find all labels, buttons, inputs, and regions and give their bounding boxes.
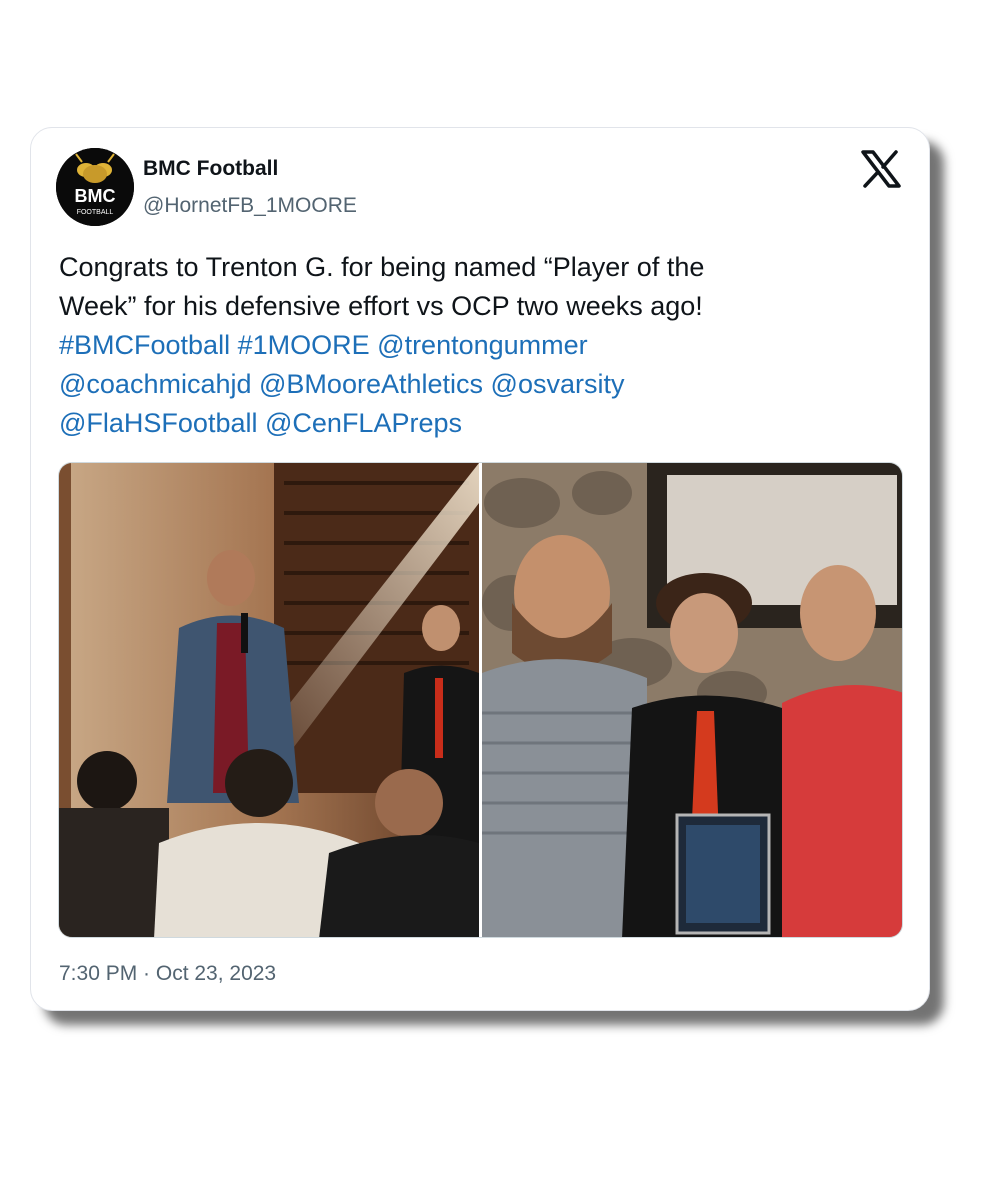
mention-link[interactable]: @FlaHSFootball	[59, 408, 257, 438]
photo-award[interactable]	[482, 463, 902, 937]
mention-link[interactable]: @trentongummer	[377, 330, 588, 360]
timestamp[interactable]: 7:30 PM · Oct 23, 2023	[59, 962, 276, 986]
avatar-text: BMC	[75, 186, 116, 206]
media-grid	[58, 462, 903, 938]
tweet-text-line: Congrats to Trenton G. for being named “…	[59, 252, 705, 282]
avatar[interactable]: BMC FOOTBALL	[56, 148, 134, 226]
tweet-text-line: Week” for his defensive effort vs OCP tw…	[59, 291, 703, 321]
mention-link[interactable]: @osvarsity	[491, 369, 625, 399]
author-name[interactable]: BMC Football	[143, 157, 278, 181]
x-logo-icon[interactable]	[861, 150, 901, 188]
hashtag-link[interactable]: #BMCFootball	[59, 330, 230, 360]
mention-link[interactable]: @coachmicahjd	[59, 369, 252, 399]
tweet-text: Congrats to Trenton G. for being named “…	[59, 248, 899, 443]
avatar-subtext: FOOTBALL	[77, 209, 114, 216]
author-handle[interactable]: @HornetFB_1MOORE	[143, 194, 357, 218]
hashtag-link[interactable]: #1MOORE	[238, 330, 370, 360]
mention-link[interactable]: @BMooreAthletics	[259, 369, 483, 399]
mention-link[interactable]: @CenFLAPreps	[265, 408, 462, 438]
tweet-card[interactable]: BMC FOOTBALL BMC Football @HornetFB_1MOO…	[30, 127, 930, 1011]
photo-speaker[interactable]	[59, 463, 479, 937]
